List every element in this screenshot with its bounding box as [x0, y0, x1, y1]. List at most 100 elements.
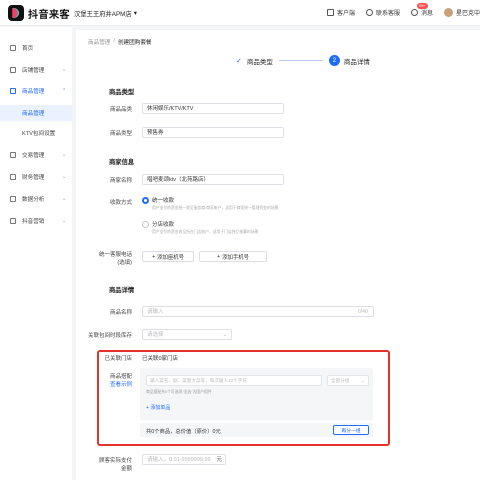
- combo-hint: 商品搭配共0个可选项"全选"为团户组件: [146, 390, 212, 394]
- goods-name-label: 商品名称: [109, 310, 132, 316]
- message-badge: 99+: [416, 3, 428, 9]
- step-1-label: 商品类型: [246, 58, 273, 66]
- combo-search-input[interactable]: 输入菜名、剧、菜量大菜等，每次输入10个字符: [146, 375, 322, 386]
- section-title-merchant: 商家信息: [109, 159, 135, 166]
- goods-icon: [10, 88, 16, 94]
- check-icon: ✓: [236, 57, 242, 65]
- monitor-icon: [326, 9, 334, 16]
- type-label: 商品类型: [109, 131, 132, 137]
- sidebar-item-label: 首页: [22, 46, 34, 52]
- avatar: [443, 8, 453, 17]
- sidebar: 首页 店铺管理 ⌄ 商品管理 ⌃ 商品管理 KTV包间设置 交易管理 ⌄ 财务管…: [0, 27, 72, 480]
- type-field: 预售券: [142, 127, 284, 138]
- sidebar-item-finance[interactable]: 财务管理 ⌄: [0, 170, 72, 184]
- sidebar-item-label: KTV包间设置: [22, 131, 56, 137]
- chart-icon: [10, 196, 16, 202]
- breadcrumb: 商品管理 / 创建团购套餐: [88, 38, 152, 46]
- step-connector: [278, 60, 323, 61]
- sidebar-item-store[interactable]: 店铺管理 ⌄: [0, 63, 72, 77]
- add-goods-button[interactable]: + 添加单品: [146, 404, 170, 411]
- top-right-actions: 客户端 联系客服 99+ 消息 星巴克中: [326, 3, 480, 17]
- button-label: 添加手机号: [222, 254, 250, 261]
- view-example-link[interactable]: 查看示例: [70, 380, 132, 388]
- finance-icon: [10, 174, 16, 180]
- support-button[interactable]: 联系客服: [365, 8, 400, 17]
- add-landline-button[interactable]: + 添加座机号: [142, 251, 194, 262]
- client-button[interactable]: 客户端: [326, 8, 355, 17]
- douyin-logo-icon: [8, 5, 24, 21]
- sidebar-item-trade[interactable]: 交易管理 ⌄: [0, 148, 72, 162]
- logo-text: 抖音来客: [28, 9, 70, 21]
- client-label: 客户端: [336, 11, 355, 17]
- account-name: 星巴克中: [455, 11, 480, 17]
- combo-label: 商品搭配: [109, 374, 132, 380]
- radio-label: 统一收款: [152, 198, 175, 204]
- actual-pay-input[interactable]: 请输入，0.01-9999999.99 元: [142, 454, 226, 465]
- chevron-down-icon: ⌄: [62, 218, 67, 224]
- linked-stores-label: 已关联门店: [104, 356, 132, 362]
- radio-branch-payment[interactable]: 分店收款: [142, 220, 174, 228]
- trade-icon: [10, 152, 16, 158]
- sidebar-item-goods[interactable]: 商品管理 ⌃: [0, 84, 72, 98]
- chevron-down-icon: ⌄: [62, 174, 67, 180]
- payment-method-label: 收款方式: [109, 200, 132, 206]
- radio-checked-icon: [142, 196, 149, 204]
- section-title-product-type: 商品类型: [109, 89, 135, 96]
- currency-unit: 元: [216, 457, 222, 463]
- support-label: 联系客服: [375, 11, 400, 17]
- breadcrumb-parent[interactable]: 商品管理: [88, 38, 110, 46]
- select-placeholder: 全部分组: [331, 378, 350, 383]
- section-title-detail: 商品详情: [109, 287, 135, 294]
- sidebar-item-label: 交易管理: [22, 153, 45, 159]
- account-menu[interactable]: 星巴克中: [443, 8, 480, 17]
- chevron-down-icon: ⌄: [62, 152, 67, 158]
- messages-label: 消息: [420, 11, 433, 17]
- headset-icon: [365, 9, 373, 16]
- payment-hint-unified: 用户支付的资金统一收至服务商/商家账户，适用于商家统一管理资金的场景: [152, 206, 279, 210]
- category-label: 商品品类: [109, 107, 132, 113]
- goods-name-counter: 0/40: [358, 309, 368, 315]
- actual-pay-label: 顾客实际支付: [98, 458, 132, 464]
- combo-summary-text: 共0个商品，总价值（原价）0元: [146, 429, 221, 435]
- linked-stores-value: 已关联0家门店: [142, 356, 179, 362]
- marketing-icon: [10, 218, 16, 224]
- app-logo[interactable]: 抖音来客: [8, 5, 70, 21]
- sidebar-item-label: 商品管理: [22, 111, 45, 117]
- room-inventory-label: 关联包间时段库存: [87, 333, 132, 339]
- combo-group-select[interactable]: 全部分组 ⌄: [327, 375, 369, 386]
- goods-name-input[interactable]: 请输入: [142, 306, 374, 317]
- breadcrumb-current: 创建团购套餐: [117, 40, 152, 46]
- input-placeholder: 请输入，0.01-9999999.99: [147, 457, 211, 463]
- chevron-down-icon: ⌄: [62, 67, 67, 73]
- add-group-button[interactable]: 再分一组: [333, 425, 369, 435]
- payment-hint-branch: 用户支付的资金收至所在门店账户，适用于门店独立核算的场景: [152, 230, 259, 234]
- button-label: 添加单品: [150, 405, 171, 411]
- shop-name: 汉堡王王府井APM店: [74, 11, 132, 18]
- sidebar-subitem-goods-management[interactable]: 商品管理: [0, 105, 72, 121]
- plus-icon: +: [146, 405, 149, 411]
- shop-switcher[interactable]: 汉堡王王府井APM店 ▾: [74, 9, 137, 18]
- messages-button[interactable]: 99+ 消息: [410, 3, 433, 17]
- select-placeholder: 请选择: [147, 332, 164, 338]
- store-icon: [10, 67, 16, 73]
- radio-unified-payment[interactable]: 统一收款: [142, 196, 174, 204]
- step-2-number: 2: [328, 55, 340, 66]
- button-label: 添加座机号: [157, 254, 185, 261]
- sidebar-subitem-ktv-room-settings[interactable]: KTV包间设置: [0, 126, 72, 140]
- sidebar-item-home[interactable]: 首页: [0, 41, 72, 55]
- plus-icon: +: [216, 253, 221, 260]
- sidebar-item-analytics[interactable]: 数据分析 ⌄: [0, 192, 72, 206]
- sidebar-item-marketing[interactable]: 抖音营销 ⌄: [0, 214, 72, 228]
- merchant-name-label: 商家名称: [109, 178, 132, 184]
- sidebar-item-label: 店铺管理: [22, 68, 45, 74]
- sidebar-item-label: 财务管理: [22, 175, 45, 181]
- chevron-down-icon: ⌄: [222, 332, 227, 338]
- chevron-down-icon: ⌄: [361, 378, 365, 383]
- sidebar-item-label: 商品管理: [22, 89, 45, 95]
- breadcrumb-separator: /: [113, 38, 115, 44]
- top-bar: 抖音来客 汉堡王王府井APM店 ▾ 客户端 联系客服 99+ 消息 星巴克中: [0, 0, 480, 26]
- sidebar-item-label: 抖音营销: [22, 219, 45, 225]
- add-mobile-button[interactable]: + 添加手机号: [199, 251, 267, 262]
- room-inventory-select[interactable]: 请选择 ⌄: [142, 329, 232, 340]
- plus-icon: +: [151, 253, 156, 260]
